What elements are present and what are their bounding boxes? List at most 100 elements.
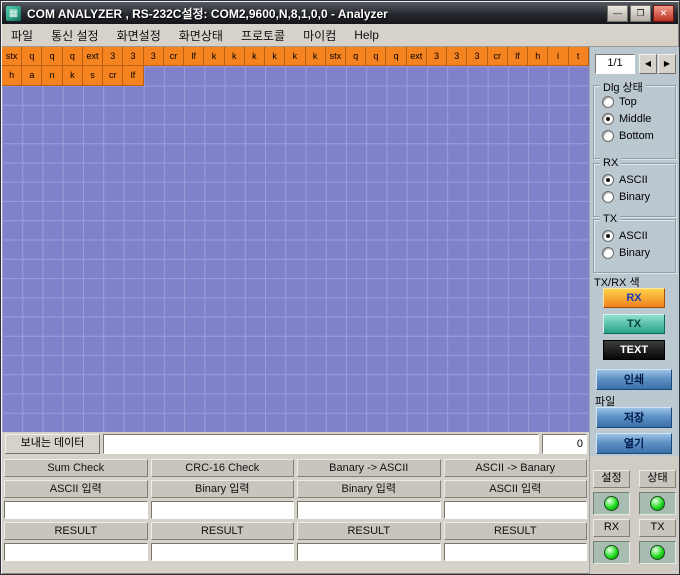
rx-group-options: ASCII Binary	[594, 164, 675, 205]
data-cell[interactable]: cr	[164, 47, 184, 66]
data-cell[interactable]: 3	[144, 47, 164, 66]
radio-icon[interactable]	[602, 247, 614, 259]
check-result-field[interactable]	[444, 543, 588, 561]
data-cell[interactable]: stx	[2, 47, 22, 66]
radio-icon[interactable]	[602, 230, 614, 242]
sidebar: 1/1 ◀ ▶ Dlg 상태 TopMiddleBottom RX ASCIIB…	[589, 47, 679, 456]
check-input-field[interactable]	[151, 501, 295, 519]
check-result-label: RESULT	[297, 522, 441, 540]
data-cell[interactable]: ext	[83, 47, 103, 66]
data-cell[interactable]: s	[83, 66, 103, 85]
data-cell[interactable]: k	[265, 47, 285, 66]
check-panel: Sum CheckASCII 입력RESULTCRC-16 CheckBinar…	[2, 456, 589, 574]
check-input-field[interactable]	[4, 501, 148, 519]
status-header-row: RXTX	[593, 519, 676, 537]
check-input-field[interactable]	[297, 501, 441, 519]
data-cell[interactable]: ext	[407, 47, 427, 66]
data-cell[interactable]: q	[346, 47, 366, 66]
menu-item[interactable]: 파일	[2, 24, 42, 47]
radio-option-label: ASCII	[619, 230, 648, 242]
maximize-button[interactable]: ❐	[630, 5, 651, 22]
data-cell[interactable]: k	[306, 47, 326, 66]
menu-item[interactable]: 마이컴	[294, 24, 345, 47]
menu-item[interactable]: 화면상태	[170, 24, 232, 47]
check-title: ASCII -> Banary	[444, 459, 588, 477]
check-result-field[interactable]	[151, 543, 295, 561]
data-cell[interactable]: q	[42, 47, 62, 66]
radio-option[interactable]: Bottom	[602, 129, 671, 142]
data-cell[interactable]: k	[285, 47, 305, 66]
data-cell[interactable]: 3	[467, 47, 487, 66]
tx-color-button[interactable]: TX	[603, 314, 665, 334]
save-button[interactable]: 저장	[596, 407, 672, 428]
data-cell[interactable]: 3	[427, 47, 447, 66]
data-cell[interactable]: 3	[447, 47, 467, 66]
data-cell[interactable]: q	[386, 47, 406, 66]
tx-group-title: TX	[600, 213, 620, 225]
data-cell[interactable]: lf	[184, 47, 204, 66]
data-cell[interactable]: lf	[123, 66, 143, 85]
radio-option[interactable]: Binary	[602, 246, 671, 259]
send-row: 보내는 데이터 0	[2, 432, 589, 456]
radio-icon[interactable]	[602, 96, 614, 108]
data-cell[interactable]: i	[548, 47, 568, 66]
data-cell[interactable]: k	[63, 66, 83, 85]
data-cell[interactable]: cr	[488, 47, 508, 66]
radio-option[interactable]: Binary	[602, 190, 671, 203]
data-cell[interactable]: cr	[103, 66, 123, 85]
green-led-icon	[604, 545, 619, 560]
app-icon: ▦	[6, 6, 21, 21]
data-cell[interactable]: t	[569, 47, 589, 66]
data-cell[interactable]: h	[528, 47, 548, 66]
data-cell[interactable]: k	[204, 47, 224, 66]
radio-icon[interactable]	[602, 174, 614, 186]
check-result-label: RESULT	[151, 522, 295, 540]
data-cell[interactable]: h	[2, 66, 22, 85]
radio-option[interactable]: Top	[602, 95, 671, 108]
radio-option[interactable]: Middle	[602, 112, 671, 125]
menu-item[interactable]: 프로토콜	[232, 24, 294, 47]
print-button[interactable]: 인쇄	[596, 369, 672, 390]
menu-item[interactable]: 통신 설정	[42, 24, 108, 47]
send-data-input[interactable]	[103, 434, 539, 454]
minimize-button[interactable]: —	[607, 5, 628, 22]
data-cell[interactable]: n	[42, 66, 62, 85]
open-button[interactable]: 열기	[596, 433, 672, 454]
data-cell[interactable]: q	[22, 47, 42, 66]
check-result-field[interactable]	[4, 543, 148, 561]
green-led-icon	[604, 496, 619, 511]
data-cell[interactable]: k	[225, 47, 245, 66]
radio-icon[interactable]	[602, 130, 614, 142]
data-cell[interactable]: 3	[123, 47, 143, 66]
status-header-row: 설정상태	[593, 470, 676, 488]
close-button[interactable]: ✕	[653, 5, 674, 22]
data-cell[interactable]: k	[245, 47, 265, 66]
status-header: 설정	[593, 470, 630, 488]
radio-option[interactable]: ASCII	[602, 229, 671, 242]
menu-item[interactable]: Help	[345, 25, 388, 45]
title-bar[interactable]: ▦ COM ANALYZER , RS-232C설정: COM2,9600,N,…	[2, 2, 678, 24]
data-cell[interactable]: lf	[508, 47, 528, 66]
data-cell[interactable]: q	[366, 47, 386, 66]
data-cell[interactable]: q	[63, 47, 83, 66]
tx-group: TX ASCIIBinary	[593, 219, 676, 273]
page-prev-button[interactable]: ◀	[639, 54, 657, 74]
menu-item[interactable]: 화면설정	[108, 24, 170, 47]
app-window: ▦ COM ANALYZER , RS-232C설정: COM2,9600,N,…	[0, 0, 680, 575]
data-cell[interactable]: a	[22, 66, 42, 85]
rx-color-button[interactable]: RX	[603, 288, 665, 308]
radio-icon[interactable]	[602, 113, 614, 125]
radio-option-label: Binary	[619, 247, 650, 259]
status-panel: 설정상태 RXTX	[589, 456, 679, 574]
send-data-button[interactable]: 보내는 데이터	[5, 434, 100, 454]
text-color-button[interactable]: TEXT	[603, 340, 665, 360]
check-result-field[interactable]	[297, 543, 441, 561]
radio-icon[interactable]	[602, 191, 614, 203]
check-input-field[interactable]	[444, 501, 588, 519]
page-next-button[interactable]: ▶	[658, 54, 676, 74]
grid-area[interactable]: stxqqqext333crlfkkkkkkstxqqqext333crlfhi…	[2, 47, 589, 432]
data-cell[interactable]: 3	[103, 47, 123, 66]
data-cell[interactable]: stx	[326, 47, 346, 66]
radio-option[interactable]: ASCII	[602, 173, 671, 186]
menu-bar: 파일통신 설정화면설정화면상태프로토콜마이컴Help	[2, 24, 678, 47]
